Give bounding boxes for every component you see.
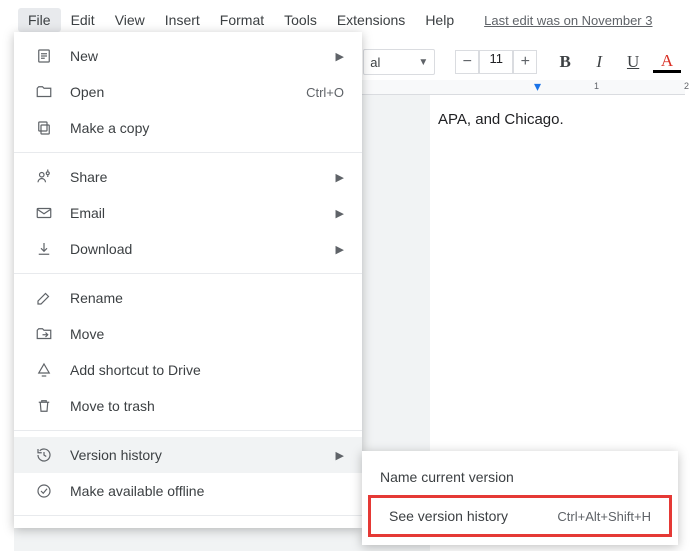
menu-item-label: Version history: [70, 447, 320, 463]
menu-item-label: Share: [70, 169, 320, 185]
submenu-item-label: See version history: [389, 508, 543, 524]
history-icon: [34, 446, 54, 464]
download-icon: [34, 240, 54, 258]
menu-item-label: Rename: [70, 290, 344, 306]
submenu-arrow-icon: ▶: [336, 207, 344, 220]
ruler-tick: 2: [684, 81, 689, 91]
menu-item-label: New: [70, 48, 320, 64]
menu-item-make-copy[interactable]: Make a copy: [14, 110, 362, 146]
submenu-item-shortcut: Ctrl+Alt+Shift+H: [557, 509, 651, 524]
document-icon: [34, 47, 54, 65]
submenu-item-name-version[interactable]: Name current version: [362, 459, 678, 495]
chevron-down-icon: ▼: [418, 57, 428, 68]
menu-file[interactable]: File: [18, 8, 61, 32]
menu-format[interactable]: Format: [210, 8, 274, 32]
menu-item-offline[interactable]: Make available offline: [14, 473, 362, 509]
indent-marker-icon[interactable]: ▾: [534, 78, 541, 95]
menu-item-label: Add shortcut to Drive: [70, 362, 344, 378]
menu-edit[interactable]: Edit: [61, 8, 105, 32]
menu-item-label: Make a copy: [70, 120, 344, 136]
menu-item-new[interactable]: New ▶: [14, 38, 362, 74]
font-family-select[interactable]: al ▼: [363, 49, 435, 75]
highlight-box: See version history Ctrl+Alt+Shift+H: [368, 495, 672, 537]
menu-view[interactable]: View: [105, 8, 155, 32]
menu-item-open[interactable]: Open Ctrl+O: [14, 74, 362, 110]
menubar: File Edit View Insert Format Tools Exten…: [18, 8, 685, 32]
move-icon: [34, 325, 54, 343]
menu-item-move[interactable]: Move: [14, 316, 362, 352]
text-color-button[interactable]: A: [653, 52, 681, 73]
submenu-arrow-icon: ▶: [336, 243, 344, 256]
submenu-item-label: Name current version: [380, 469, 660, 485]
version-history-submenu: Name current version See version history…: [362, 451, 678, 545]
menu-item-trash[interactable]: Move to trash: [14, 388, 362, 424]
menu-separator: [14, 273, 362, 274]
rename-icon: [34, 289, 54, 307]
submenu-arrow-icon: ▶: [336, 449, 344, 462]
share-icon: [34, 168, 54, 186]
menu-item-rename[interactable]: Rename: [14, 280, 362, 316]
ruler-tick: 1: [594, 81, 599, 91]
font-size-group: − 11 +: [455, 50, 537, 74]
menu-separator: [14, 430, 362, 431]
submenu-arrow-icon: ▶: [336, 50, 344, 63]
folder-open-icon: [34, 83, 54, 101]
last-edit-link[interactable]: Last edit was on November 3: [484, 13, 652, 28]
underline-button[interactable]: U: [619, 50, 647, 74]
font-family-value: al: [370, 55, 380, 70]
bold-button[interactable]: B: [551, 50, 579, 74]
menu-item-label: Move to trash: [70, 398, 344, 414]
menu-insert[interactable]: Insert: [155, 8, 210, 32]
menu-item-share[interactable]: Share ▶: [14, 159, 362, 195]
font-size-increase-button[interactable]: +: [513, 50, 537, 74]
submenu-item-see-history[interactable]: See version history Ctrl+Alt+Shift+H: [371, 498, 669, 534]
menu-item-add-shortcut[interactable]: Add shortcut to Drive: [14, 352, 362, 388]
menu-extensions[interactable]: Extensions: [327, 8, 415, 32]
font-size-input[interactable]: 11: [479, 50, 513, 74]
menu-item-label: Move: [70, 326, 344, 342]
menu-item-email[interactable]: Email ▶: [14, 195, 362, 231]
menu-item-label: Open: [70, 84, 290, 100]
italic-button[interactable]: I: [585, 50, 613, 74]
menu-separator: [14, 152, 362, 153]
submenu-arrow-icon: ▶: [336, 171, 344, 184]
menu-item-version-history[interactable]: Version history ▶: [14, 437, 362, 473]
menu-item-label: Download: [70, 241, 320, 257]
menu-item-shortcut: Ctrl+O: [306, 85, 344, 100]
document-text: APA, and Chicago.: [438, 111, 564, 128]
email-icon: [34, 204, 54, 222]
menu-tools[interactable]: Tools: [274, 8, 327, 32]
font-size-decrease-button[interactable]: −: [455, 50, 479, 74]
menu-separator: [14, 515, 362, 516]
menu-help[interactable]: Help: [415, 8, 464, 32]
copy-icon: [34, 119, 54, 137]
trash-icon: [34, 397, 54, 415]
menu-item-label: Email: [70, 205, 320, 221]
file-menu-dropdown: New ▶ Open Ctrl+O Make a copy Share ▶ Em…: [14, 32, 362, 528]
menu-item-label: Make available offline: [70, 483, 344, 499]
offline-icon: [34, 482, 54, 500]
menu-item-download[interactable]: Download ▶: [14, 231, 362, 267]
drive-shortcut-icon: [34, 361, 54, 379]
